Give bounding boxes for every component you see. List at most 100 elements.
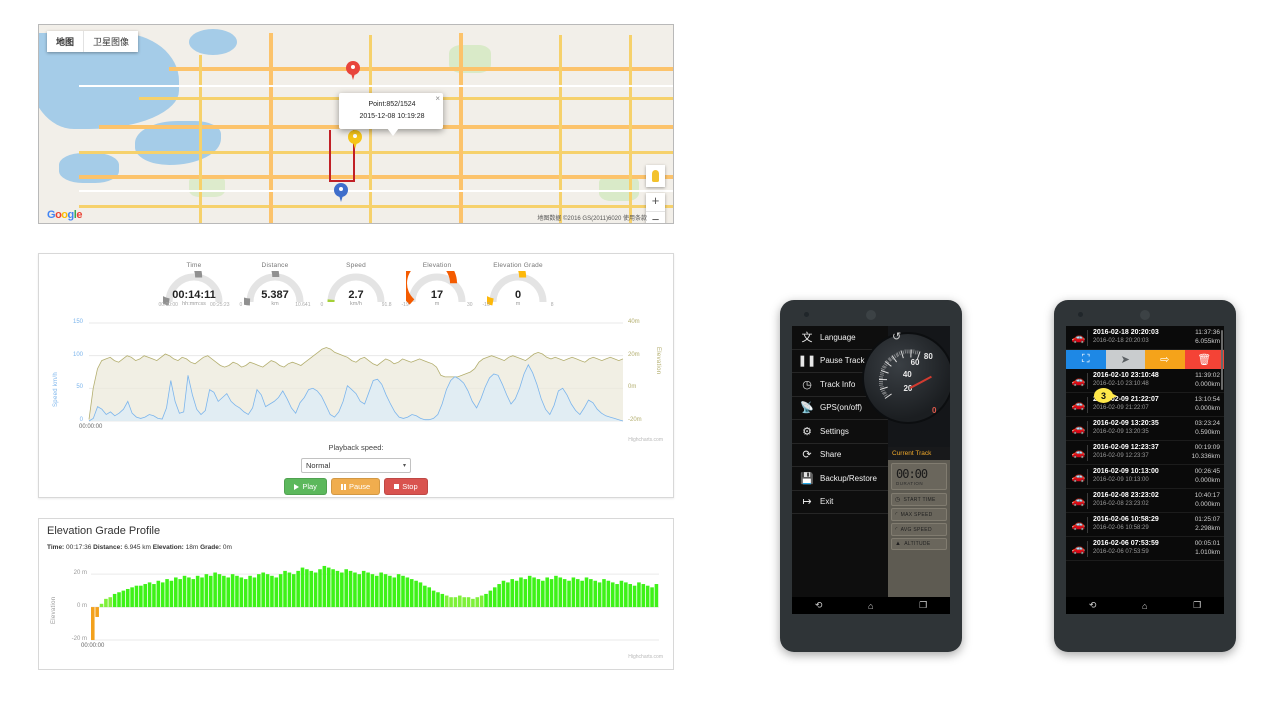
recents-icon[interactable]: ❐ bbox=[919, 600, 927, 611]
map-marker-current[interactable] bbox=[348, 130, 362, 150]
speedometer-pane: 204060800 ↺ 🚲 Current Track 00:00 DURATI… bbox=[862, 326, 950, 614]
track-title: 2016-02-08 23:23:02 bbox=[1093, 492, 1159, 500]
divider bbox=[1087, 329, 1088, 346]
refresh-icon[interactable]: ↺ bbox=[892, 330, 901, 343]
car-icon: 🚗 bbox=[1071, 399, 1086, 411]
gauge-elevation: Elevation 17 m -19 30 bbox=[399, 262, 476, 309]
track-row-meta: 11:39:02 0.000km bbox=[1195, 372, 1220, 388]
track-row[interactable]: 🚗 2016-02-18 20:20:03 2016-02-18 20:20:03 1… bbox=[1066, 326, 1224, 350]
track-subtitle: 2016-02-09 13:20:35 bbox=[1093, 429, 1149, 436]
pause-button-label: Pause bbox=[348, 482, 371, 491]
y-axis-right-tick: -20m bbox=[628, 417, 642, 423]
menu-item-label: Backup/Restore bbox=[820, 473, 877, 483]
home-icon[interactable]: ⌂ bbox=[868, 601, 873, 611]
scrollbar[interactable] bbox=[1221, 330, 1223, 390]
track-row-meta: 13:10:54 0.000km bbox=[1195, 396, 1220, 412]
track-row[interactable]: 🚗 2016-02-09 13:20:35 2016-02-09 13:20:35 0… bbox=[1066, 417, 1224, 441]
send-icon[interactable]: ➤ bbox=[1105, 350, 1145, 369]
playback-speed-select[interactable]: Normal ▾ bbox=[301, 458, 411, 473]
track-title: 2016-02-06 10:58:29 bbox=[1093, 516, 1159, 524]
track-row-meta: 01:25:07 2.298km bbox=[1195, 516, 1220, 532]
car-icon: 🚗 bbox=[1071, 471, 1086, 483]
map-type-satellite[interactable]: 卫星图像 bbox=[83, 31, 138, 52]
car-icon: 🚗 bbox=[1071, 332, 1086, 344]
recents-icon[interactable]: ❐ bbox=[1193, 600, 1201, 611]
track-row[interactable]: 🚗 2016-02-09 10:13:00 2016-02-09 10:13:00 0… bbox=[1066, 465, 1224, 489]
close-icon[interactable]: × bbox=[435, 95, 440, 103]
map-type-switcher[interactable]: 地图 卫星图像 bbox=[47, 31, 139, 52]
phone-right-screen[interactable]: 🚗 2016-02-18 20:20:03 2016-02-18 20:20:03 1… bbox=[1066, 326, 1224, 614]
home-icon[interactable]: ⌂ bbox=[1142, 601, 1147, 611]
track-row-main: 2016-02-06 07:53:59 2016-02-06 07:53:59 bbox=[1093, 540, 1195, 556]
map-road bbox=[79, 175, 673, 179]
track-row[interactable]: 🚗 2016-02-06 07:53:59 2016-02-06 07:53:59 0… bbox=[1066, 537, 1224, 561]
menu-item-settings[interactable]: ⚙ Settings bbox=[792, 420, 888, 444]
zoom-out-button[interactable]: − bbox=[646, 211, 665, 223]
grade-y-tick: 0 m bbox=[76, 603, 87, 610]
pause-button[interactable]: Pause bbox=[330, 478, 381, 495]
track-row-main: 2016-02-09 12:23:37 2016-02-09 12:23:37 bbox=[1093, 444, 1191, 460]
zoom-in-button[interactable]: + bbox=[646, 193, 665, 211]
track-list[interactable]: 🚗 2016-02-18 20:20:03 2016-02-18 20:20:03 1… bbox=[1066, 326, 1224, 614]
track-time: 03:23:24 bbox=[1194, 420, 1220, 428]
track-title: 2016-02-09 13:20:35 bbox=[1093, 420, 1159, 428]
track-distance: 6.055km bbox=[1195, 337, 1220, 345]
menu-item-share[interactable]: ⟳ Share bbox=[792, 444, 888, 467]
map-marker-start[interactable] bbox=[346, 61, 360, 81]
trash-icon[interactable]: 🗑 bbox=[1184, 350, 1224, 369]
gauge-row: Time 00:14:11 hh:mm:ss 00:00:00 00:25:23 Dist… bbox=[39, 254, 673, 309]
track-row[interactable]: 🚗 2016-02-09 21:22:07 2016-02-09 21:22:07 1… bbox=[1066, 393, 1224, 417]
menu-item-exit[interactable]: ↦ Exit bbox=[792, 491, 888, 514]
map-type-roadmap[interactable]: 地图 bbox=[47, 31, 83, 52]
track-subtitle: 2016-02-10 23:10:48 bbox=[1093, 381, 1149, 388]
speedometer-tickmark bbox=[908, 349, 910, 354]
speedometer-tickmark bbox=[906, 349, 908, 354]
menu-item-label: Track Info bbox=[820, 379, 856, 389]
track-subtitle: 2016-02-06 07:53:59 bbox=[1093, 549, 1149, 556]
gear-icon: ⚙ bbox=[802, 425, 812, 438]
track-row[interactable]: 🚗 2016-02-08 23:23:02 2016-02-08 23:23:02 1… bbox=[1066, 489, 1224, 513]
play-button-label: Play bbox=[302, 482, 317, 491]
satellite-icon: 📡 bbox=[800, 402, 814, 415]
android-navbar[interactable]: ⟲ ⌂ ❐ bbox=[1066, 597, 1224, 614]
gauge-title: Elevation Grade bbox=[493, 262, 543, 269]
grade-y-tick: -20 m bbox=[71, 636, 87, 642]
map-marker-end[interactable] bbox=[334, 183, 348, 203]
map-zoom-controls[interactable]: + − bbox=[646, 193, 665, 223]
track-row[interactable]: 🚗 2016-02-09 12:23:37 2016-02-09 12:23:37 0… bbox=[1066, 441, 1224, 465]
track-row[interactable]: 🚗 2016-02-10 23:10:48 2016-02-10 23:10:48 1… bbox=[1066, 369, 1224, 393]
back-icon[interactable]: ⟲ bbox=[1089, 600, 1097, 611]
elevation-grade-panel: Elevation Grade Profile Time: 00:17:36 D… bbox=[38, 518, 674, 670]
playback-speed-label: Playback speed: bbox=[328, 443, 384, 452]
map-panel[interactable]: 地图 卫星图像 + − Google 地图数据 ©2016 GS(2011)60… bbox=[38, 24, 674, 224]
gauge-max: 00:25:23 bbox=[210, 302, 230, 308]
chart-credit: Highcharts.com bbox=[628, 437, 663, 443]
track-distance: 10.336km bbox=[1191, 452, 1220, 460]
back-icon[interactable]: ⟲ bbox=[815, 600, 823, 611]
map-road bbox=[79, 205, 673, 208]
y-axis-right-tick: 20m bbox=[628, 351, 640, 358]
street-view-pegman-icon[interactable] bbox=[646, 165, 665, 187]
clock-icon: ◷ bbox=[895, 497, 901, 503]
export-icon[interactable]: ⇨ bbox=[1145, 350, 1185, 369]
android-navbar[interactable]: ⟲ ⌂ ❐ bbox=[792, 597, 950, 614]
fullscreen-icon[interactable]: ⛶ bbox=[1066, 350, 1106, 369]
track-distance: 0.000km bbox=[1195, 476, 1220, 484]
map-info-window[interactable]: × Point:852/1524 2015-12-08 10:19:28 bbox=[339, 93, 443, 136]
gauge-title: Speed bbox=[346, 262, 366, 269]
current-track-tab[interactable]: Current Track bbox=[888, 447, 950, 461]
stop-button[interactable]: Stop bbox=[384, 478, 428, 495]
track-row-meta: 00:26:45 0.000km bbox=[1195, 468, 1220, 484]
track-action-bar[interactable]: ⛶ ➤ ⇨ 🗑 bbox=[1066, 350, 1224, 369]
gauge-unit: m bbox=[515, 301, 521, 307]
chart-credit: Highcharts.com bbox=[628, 654, 663, 660]
play-button[interactable]: Play bbox=[284, 478, 327, 495]
menu-item-backup-restore[interactable]: 💾 Backup/Restore bbox=[792, 467, 888, 491]
track-title: 2016-02-09 12:23:37 bbox=[1093, 444, 1159, 452]
map-road bbox=[369, 35, 372, 223]
grade-y-label: Elevation bbox=[51, 596, 57, 624]
track-row[interactable]: 🚗 2016-02-06 10:58:29 2016-02-06 10:58:29 0… bbox=[1066, 513, 1224, 537]
phone-left-screen[interactable]: 文Language❚❚Pause Track◷Track Info2📡GPS(o… bbox=[792, 326, 950, 614]
map-attribution: 地图数据 ©2016 GS(2011)6020 使用条款 bbox=[537, 216, 647, 222]
track-stat-label: MAX SPEED bbox=[900, 511, 933, 518]
